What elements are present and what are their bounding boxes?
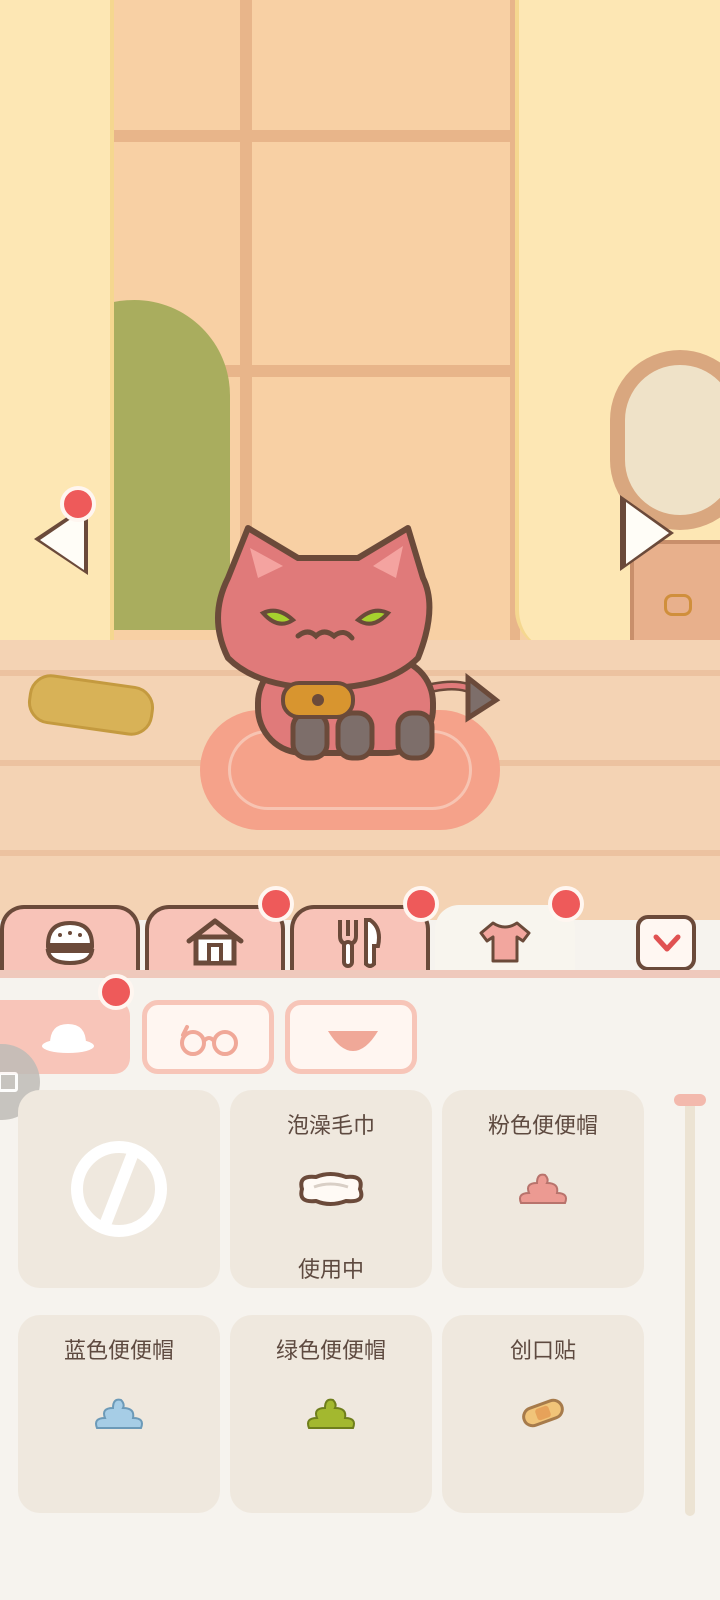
poop-hat-pink-icon xyxy=(519,1173,567,1204)
shirt-icon xyxy=(479,921,531,963)
item-card-none[interactable] xyxy=(18,1090,220,1288)
hat-icon xyxy=(42,1024,94,1053)
notification-dot xyxy=(403,886,439,922)
item-card-towel[interactable]: 泡澡毛巾 使用中 xyxy=(230,1090,432,1288)
item-card-green-poop-hat[interactable]: 绿色便便帽 xyxy=(230,1315,432,1513)
item-card-blue-poop-hat[interactable]: 蓝色便便帽 xyxy=(18,1315,220,1513)
item-status-in-use: 使用中 xyxy=(297,1258,364,1283)
poop-hat-green-icon xyxy=(307,1398,355,1429)
room-scene xyxy=(0,0,720,920)
mirror xyxy=(625,365,720,515)
poop-hat-blue-icon xyxy=(95,1398,143,1429)
collapse-panel-button[interactable] xyxy=(636,915,696,971)
notification-dot xyxy=(60,486,96,522)
item-name: 蓝色便便帽 xyxy=(63,1339,174,1364)
notification-dot xyxy=(258,886,294,922)
item-card-bandage[interactable]: 创口贴 xyxy=(442,1315,644,1513)
pet-cat[interactable] xyxy=(198,518,508,778)
scrollbar-track[interactable] xyxy=(685,1098,695,1516)
item-card-pink-poop-hat[interactable]: 粉色便便帽 xyxy=(442,1090,644,1288)
curtain-left xyxy=(0,0,114,690)
notification-dot xyxy=(548,886,584,922)
notification-dot xyxy=(98,974,134,1010)
item-name: 创口贴 xyxy=(509,1339,576,1364)
item-name: 泡澡毛巾 xyxy=(286,1114,375,1139)
collar-icon xyxy=(328,1031,378,1051)
tab-food-bowl[interactable] xyxy=(0,905,140,975)
house-icon xyxy=(186,918,244,966)
item-name: 绿色便便帽 xyxy=(275,1339,386,1364)
fork-knife-icon xyxy=(338,918,381,968)
bandage-icon xyxy=(522,1398,564,1428)
scrollbar-thumb[interactable] xyxy=(674,1094,706,1106)
subtab-glasses[interactable] xyxy=(142,1000,274,1074)
none-icon xyxy=(71,1141,167,1237)
chevron-down-icon xyxy=(653,934,681,952)
burger-icon xyxy=(45,920,95,965)
subtab-collars[interactable] xyxy=(285,1000,417,1074)
next-room-arrow-icon[interactable] xyxy=(626,502,669,564)
item-name: 粉色便便帽 xyxy=(487,1114,598,1139)
glasses-icon xyxy=(180,1025,238,1056)
towel-icon xyxy=(299,1172,364,1206)
